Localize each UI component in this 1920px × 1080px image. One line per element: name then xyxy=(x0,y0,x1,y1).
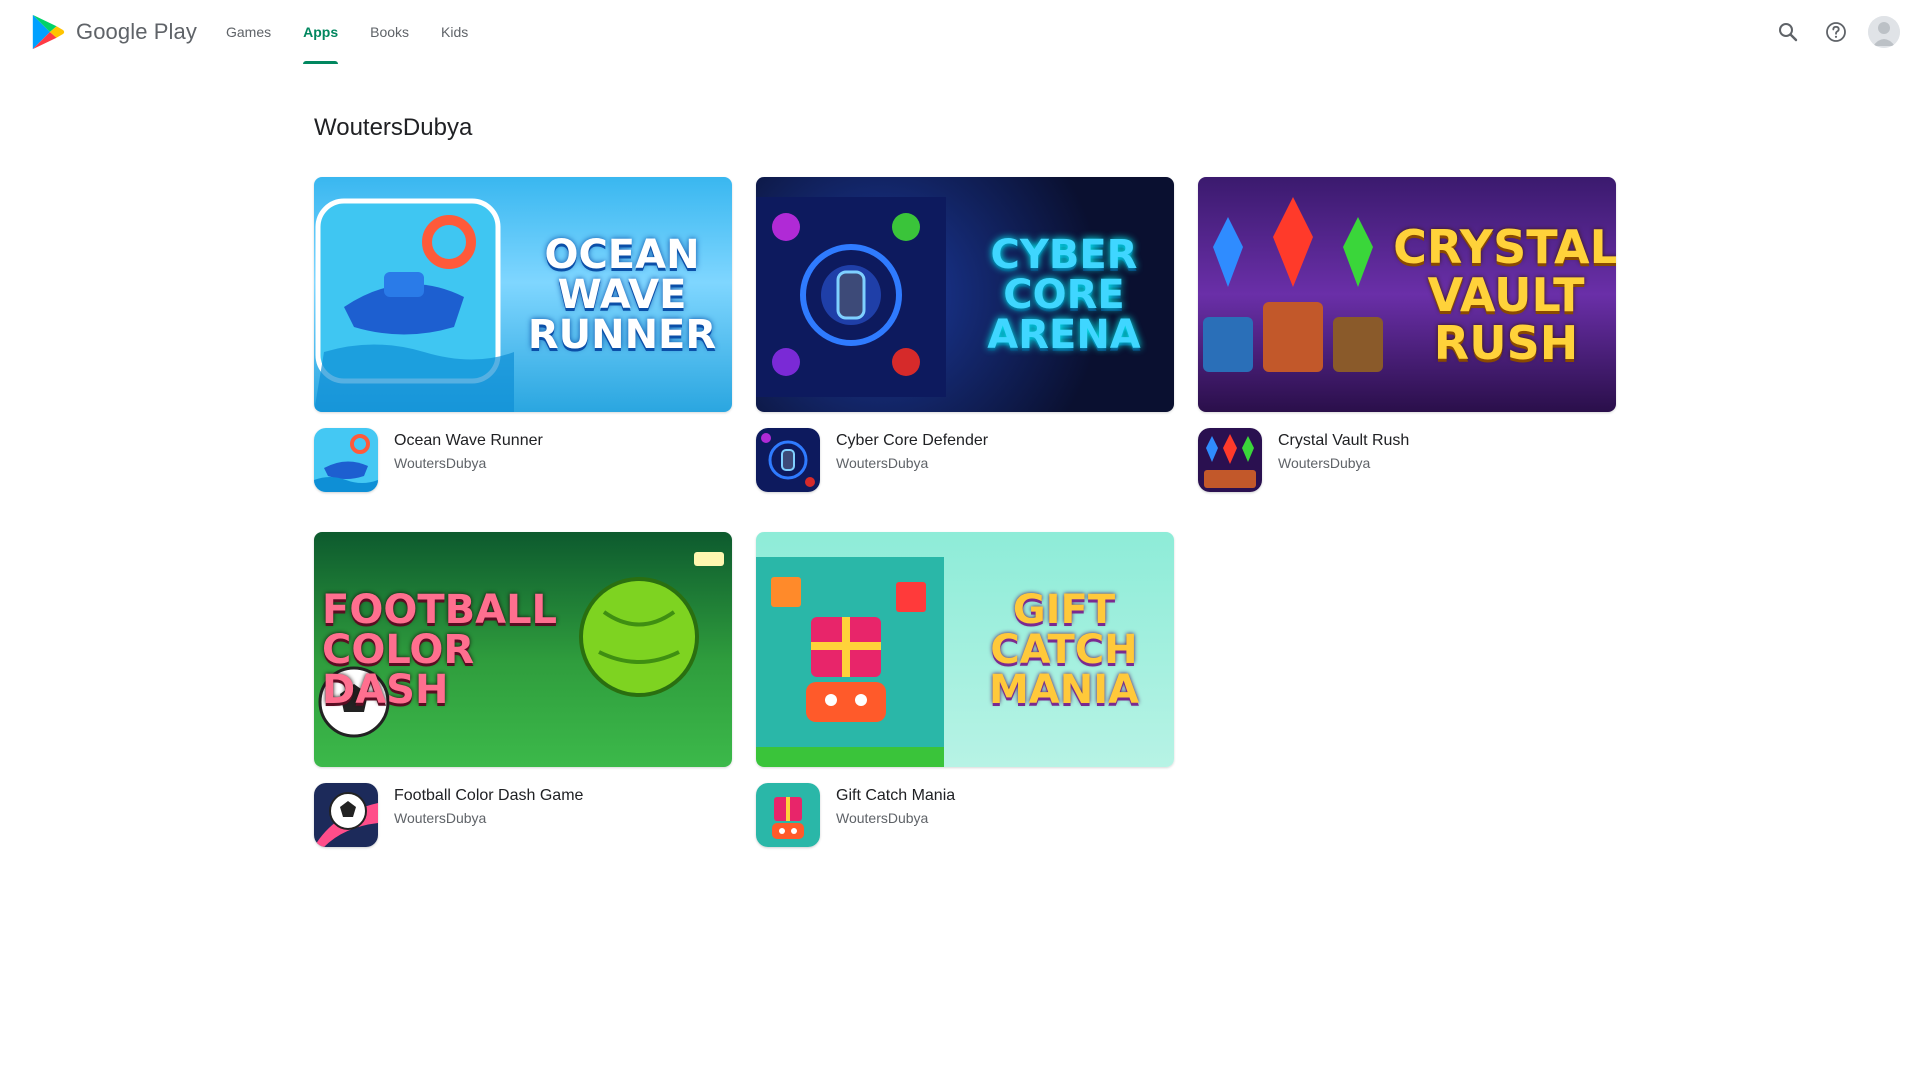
app-meta: Football Color Dash Game WoutersDubya xyxy=(314,783,732,847)
app-title: Football Color Dash Game xyxy=(394,787,584,804)
app-banner-image: GIFT CATCH MANIA xyxy=(756,532,1174,767)
tab-games[interactable]: Games xyxy=(210,0,287,64)
app-title: Ocean Wave Runner xyxy=(394,432,543,449)
app-developer: WoutersDubya xyxy=(394,810,487,826)
app-text: Gift Catch Mania WoutersDubya xyxy=(836,783,955,847)
developer-page: WoutersDubya OCEAN WAVE RUNNER Ocean Wav… xyxy=(314,110,1616,847)
app-icon xyxy=(756,783,820,847)
app-card-ocean-wave-runner[interactable]: OCEAN WAVE RUNNER Ocean Wave Runner Wout… xyxy=(314,177,732,492)
app-icon xyxy=(756,428,820,492)
top-app-bar: Google Play Games Apps Books Kids xyxy=(0,0,1920,64)
app-card-gift-catch-mania[interactable]: GIFT CATCH MANIA Gift Catch Mania Wouter… xyxy=(756,532,1174,847)
banner-title-line: CORE xyxy=(1003,271,1125,318)
account-avatar[interactable] xyxy=(1868,16,1900,48)
help-button[interactable] xyxy=(1816,12,1856,52)
developer-name-heading: WoutersDubya xyxy=(314,114,473,141)
gift-app-icon xyxy=(756,783,820,847)
banner-title-line: VAULT xyxy=(1427,267,1585,322)
search-icon xyxy=(1779,23,1798,42)
banner-title-line: RUNNER xyxy=(527,311,717,358)
app-text: Ocean Wave Runner WoutersDubya xyxy=(394,428,543,492)
app-text: Cyber Core Defender WoutersDubya xyxy=(836,428,988,492)
app-meta: Crystal Vault Rush WoutersDubya xyxy=(1198,428,1616,492)
tab-apps[interactable]: Apps xyxy=(287,0,354,64)
app-title: Cyber Core Defender xyxy=(836,432,989,449)
banner-title-art: FOOTBALL COLOR DASH xyxy=(322,532,557,767)
banner-title-line: MANIA xyxy=(988,666,1140,713)
banner-title-art: CRYSTAL VAULT RUSH xyxy=(1393,177,1616,412)
app-text: Football Color Dash Game WoutersDubya xyxy=(394,783,583,847)
app-developer: WoutersDubya xyxy=(836,455,929,471)
banner-title-line: OCEAN xyxy=(544,231,700,278)
banner-title-line: GIFT xyxy=(1012,586,1116,633)
banner-title-art: OCEAN WAVE RUNNER xyxy=(522,177,722,412)
cyber-app-icon xyxy=(756,428,820,492)
header-actions xyxy=(1768,12,1900,52)
banner-title-art: GIFT CATCH MANIA xyxy=(964,532,1164,767)
banner-title-line: ARENA xyxy=(987,311,1141,358)
app-icon xyxy=(314,783,378,847)
banner-title-line: RUSH xyxy=(1433,315,1579,370)
football-app-icon xyxy=(314,783,378,847)
app-developer: WoutersDubya xyxy=(836,810,929,826)
crystal-chests-illustration-icon xyxy=(1203,197,1383,372)
gift-catch-illustration-icon xyxy=(756,557,944,767)
search-button[interactable] xyxy=(1768,12,1808,52)
google-play-logo-link[interactable]: Google Play xyxy=(30,13,197,51)
ocean-app-icon xyxy=(314,428,378,492)
banner-title-line: WAVE xyxy=(557,271,687,318)
app-banner-image: FOOTBALL COLOR DASH xyxy=(314,532,732,767)
banner-title-art: CYBER CORE ARENA xyxy=(964,177,1164,412)
app-banner-image: CRYSTAL VAULT RUSH xyxy=(1198,177,1616,412)
google-play-logo-icon xyxy=(32,14,65,50)
app-title: Gift Catch Mania xyxy=(836,787,956,804)
app-text: Crystal Vault Rush WoutersDubya xyxy=(1278,428,1409,492)
app-title: Crystal Vault Rush xyxy=(1278,432,1410,449)
app-card-crystal-vault-rush[interactable]: CRYSTAL VAULT RUSH Crystal Vault Rush Wo… xyxy=(1198,177,1616,492)
app-developer: WoutersDubya xyxy=(1278,455,1371,471)
category-nav: Games Apps Books Kids xyxy=(210,0,484,64)
boat-illustration-icon xyxy=(314,198,514,412)
app-developer: WoutersDubya xyxy=(394,455,487,471)
banner-title-line: DASH xyxy=(322,666,449,713)
app-icon xyxy=(314,428,378,492)
banner-title-line: CYBER xyxy=(990,231,1138,278)
app-meta: Gift Catch Mania WoutersDubya xyxy=(756,783,1174,847)
tab-kids[interactable]: Kids xyxy=(425,0,484,64)
app-meta: Cyber Core Defender WoutersDubya xyxy=(756,428,1174,492)
banner-title-line: CATCH xyxy=(990,626,1138,673)
banner-title-line: COLOR xyxy=(322,626,475,673)
app-icon xyxy=(1198,428,1262,492)
account-avatar-icon xyxy=(1868,16,1900,48)
crystal-app-icon xyxy=(1198,428,1262,492)
banner-title-line: FOOTBALL xyxy=(322,586,558,633)
app-banner-image: CYBER CORE ARENA xyxy=(756,177,1174,412)
app-card-football-color-dash[interactable]: FOOTBALL COLOR DASH Football Color Dash … xyxy=(314,532,732,847)
app-banner-image: OCEAN WAVE RUNNER xyxy=(314,177,732,412)
app-card-cyber-core-defender[interactable]: CYBER CORE ARENA Cyber Core Defender Wou… xyxy=(756,177,1174,492)
cyber-core-illustration-icon xyxy=(756,197,946,397)
app-grid: OCEAN WAVE RUNNER Ocean Wave Runner Wout… xyxy=(314,177,1616,847)
brand-label: Google Play xyxy=(76,19,197,44)
tab-books[interactable]: Books xyxy=(354,0,425,64)
help-icon xyxy=(1826,22,1846,42)
banner-title-line: CRYSTAL xyxy=(1393,219,1616,274)
app-meta: Ocean Wave Runner WoutersDubya xyxy=(314,428,732,492)
